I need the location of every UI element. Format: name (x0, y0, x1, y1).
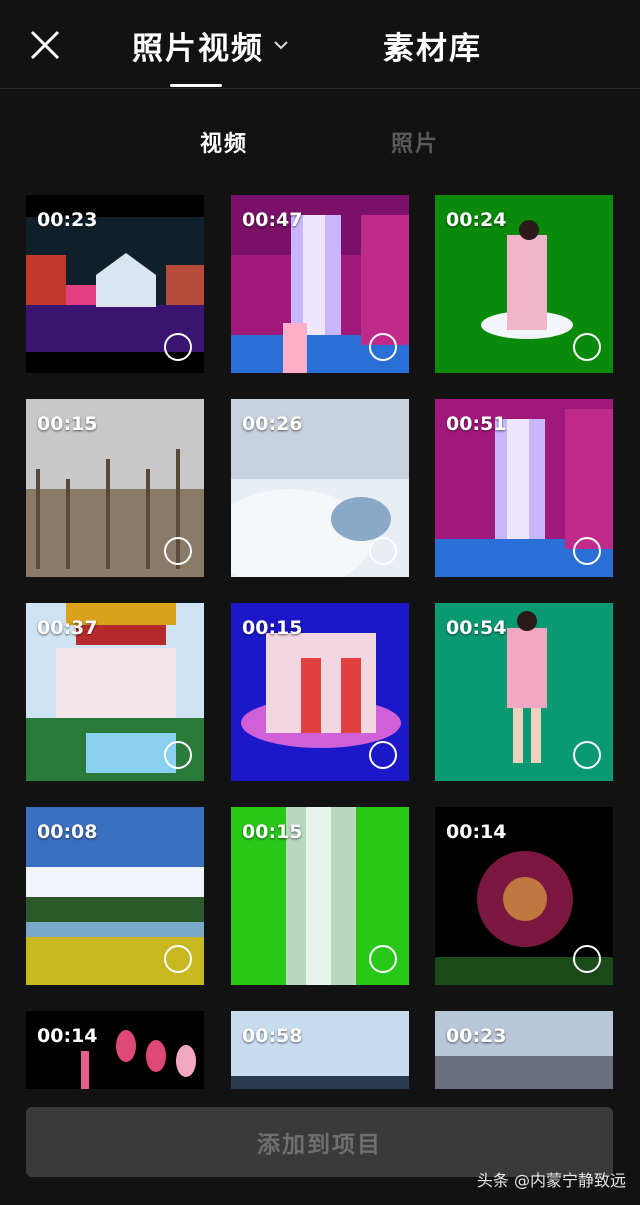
video-duration: 00:15 (242, 821, 303, 843)
video-duration: 00:14 (37, 1025, 98, 1047)
tab-material-library[interactable]: 素材库 (383, 22, 482, 68)
video-tile[interactable]: 00:51 (435, 399, 613, 577)
video-duration: 00:58 (242, 1025, 303, 1047)
subtab-photos[interactable]: 照片 (391, 126, 439, 158)
video-tile[interactable]: 00:15 (231, 807, 409, 985)
video-thumbnail (435, 1011, 613, 1089)
select-circle-icon[interactable] (369, 333, 397, 361)
select-circle-icon[interactable] (164, 333, 192, 361)
video-duration: 00:47 (242, 209, 303, 231)
close-icon[interactable] (28, 28, 62, 62)
video-duration: 00:08 (37, 821, 98, 843)
video-duration: 00:15 (37, 413, 98, 435)
video-tile[interactable]: 00:14 (435, 807, 613, 985)
video-tile[interactable]: 00:54 (435, 603, 613, 781)
video-duration: 00:24 (446, 209, 507, 231)
video-tile[interactable]: 00:26 (231, 399, 409, 577)
video-duration: 00:23 (37, 209, 98, 231)
tab-underline (170, 84, 222, 87)
select-circle-icon[interactable] (164, 945, 192, 973)
select-circle-icon[interactable] (573, 741, 601, 769)
video-duration: 00:23 (446, 1025, 507, 1047)
video-duration: 00:51 (446, 413, 507, 435)
video-duration: 00:54 (446, 617, 507, 639)
video-thumbnail (231, 1011, 409, 1089)
video-duration: 00:37 (37, 617, 98, 639)
video-tile[interactable]: 00:15 (26, 399, 204, 577)
video-tile[interactable]: 00:23 (435, 1011, 613, 1089)
video-duration: 00:26 (242, 413, 303, 435)
select-circle-icon[interactable] (369, 741, 397, 769)
select-circle-icon[interactable] (369, 537, 397, 565)
select-circle-icon[interactable] (573, 333, 601, 361)
video-duration: 00:14 (446, 821, 507, 843)
media-grid: 00:23 00:47 00:24 00:15 00:26 00:51 00:3… (26, 195, 614, 1089)
video-tile[interactable]: 00:24 (435, 195, 613, 373)
video-tile[interactable]: 00:15 (231, 603, 409, 781)
subtab-videos[interactable]: 视频 (200, 126, 248, 158)
select-circle-icon[interactable] (164, 537, 192, 565)
video-tile[interactable]: 00:37 (26, 603, 204, 781)
video-tile[interactable]: 00:58 (231, 1011, 409, 1089)
select-circle-icon[interactable] (369, 945, 397, 973)
video-tile[interactable]: 00:47 (231, 195, 409, 373)
chevron-down-icon (274, 41, 288, 50)
top-bar: 照片视频 素材库 (0, 0, 640, 89)
select-circle-icon[interactable] (573, 945, 601, 973)
tab-photos-videos[interactable]: 照片视频 (132, 22, 290, 68)
watermark: 头条 @内蒙宁静致远 (476, 1171, 626, 1190)
video-thumbnail (26, 1011, 204, 1089)
video-duration: 00:15 (242, 617, 303, 639)
tab-photos-videos-label: 照片视频 (132, 30, 264, 67)
video-tile[interactable]: 00:23 (26, 195, 204, 373)
video-tile[interactable]: 00:08 (26, 807, 204, 985)
select-circle-icon[interactable] (164, 741, 192, 769)
video-tile[interactable]: 00:14 (26, 1011, 204, 1089)
select-circle-icon[interactable] (573, 537, 601, 565)
